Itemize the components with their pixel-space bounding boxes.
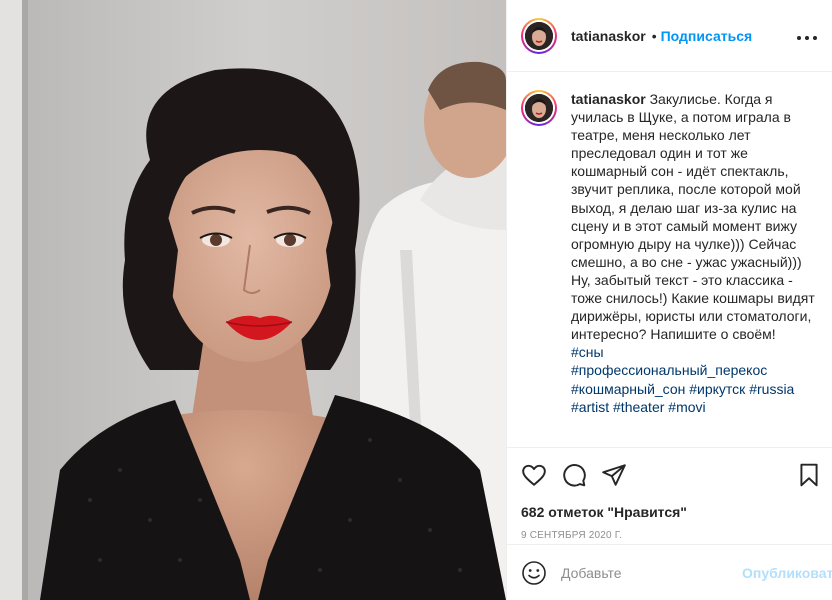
comment-input[interactable] bbox=[561, 564, 742, 581]
hashtag-link[interactable]: #кошмарный_сон bbox=[571, 381, 685, 397]
hashtag-link[interactable]: #иркутск bbox=[689, 381, 745, 397]
caption-section: tatianaskor Закулисье. Когда я училась в… bbox=[507, 72, 832, 448]
bookmark-icon[interactable] bbox=[796, 462, 822, 488]
post-photo[interactable] bbox=[0, 0, 506, 600]
smiley-icon[interactable] bbox=[521, 560, 547, 586]
caption-avatar[interactable] bbox=[521, 90, 557, 126]
action-bar bbox=[507, 448, 832, 502]
separator-dot: • bbox=[651, 27, 657, 44]
avatar-image bbox=[525, 21, 553, 50]
paper-plane-icon[interactable] bbox=[601, 462, 627, 488]
post-date: 9 сентября 2020 г. bbox=[521, 530, 623, 541]
more-options-icon[interactable] bbox=[796, 30, 818, 41]
hashtag-link[interactable]: #профессиональный_перекос bbox=[571, 362, 767, 378]
comment-icon[interactable] bbox=[561, 462, 587, 488]
comment-box: Опубликовать bbox=[507, 544, 832, 600]
hashtag-link[interactable]: #сны bbox=[571, 344, 604, 360]
hashtag-link[interactable]: #artist bbox=[571, 399, 609, 415]
caption-body: Закулисье. Когда я училась в Щуке, а пот… bbox=[571, 91, 815, 343]
caption-avatar-image bbox=[525, 94, 553, 122]
hashtag-link[interactable]: #movi bbox=[668, 399, 705, 415]
caption-username[interactable]: tatianaskor bbox=[571, 91, 646, 107]
post-header: tatianaskor • Подписаться bbox=[507, 0, 832, 72]
avatar[interactable] bbox=[521, 17, 557, 54]
likes-count[interactable]: 682 отметок "Нравится" bbox=[507, 502, 832, 522]
hashtag-link[interactable]: #theater bbox=[613, 399, 664, 415]
caption-text: tatianaskor Закулисье. Когда я училась в… bbox=[571, 90, 817, 447]
heart-icon[interactable] bbox=[521, 462, 547, 488]
post-details-panel: tatianaskor • Подписаться tatianaskor За… bbox=[506, 0, 832, 600]
selfie-image bbox=[0, 0, 506, 600]
hashtag-link[interactable]: #russia bbox=[749, 381, 794, 397]
post-comment-button[interactable]: Опубликовать bbox=[742, 565, 832, 581]
follow-button[interactable]: Подписаться bbox=[661, 28, 753, 44]
header-username[interactable]: tatianaskor bbox=[571, 28, 646, 44]
